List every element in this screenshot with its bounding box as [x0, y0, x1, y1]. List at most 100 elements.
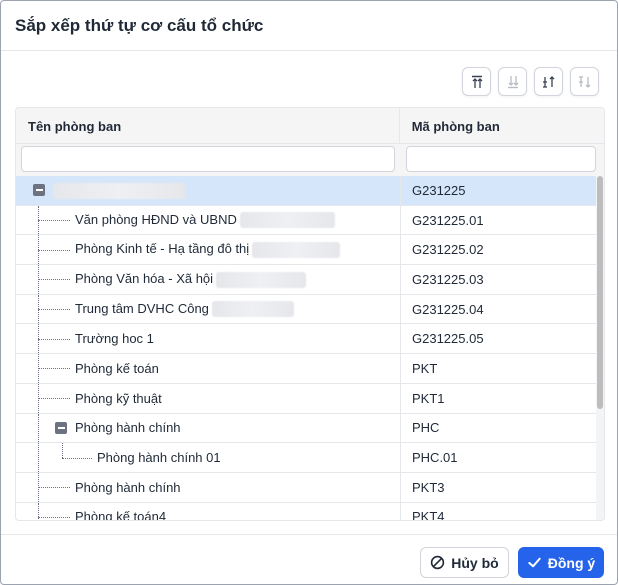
checkmark-icon [528, 557, 541, 568]
row-name-text: Phòng hành chính 01 [97, 450, 221, 466]
redacted-text [252, 242, 341, 258]
move-to-bottom-button[interactable] [498, 67, 527, 96]
move-to-top-icon [471, 75, 482, 88]
row-name-cell: Phòng kỹ thuật [16, 383, 401, 413]
row-code-cell: PKT1 [412, 390, 445, 406]
row-name-cell: Trung tâm DVHC Công [16, 294, 401, 324]
redacted-text [239, 212, 335, 229]
column-header-code[interactable]: Mã phòng ban [400, 108, 604, 144]
cancel-button-label: Hủy bỏ [451, 554, 499, 571]
row-name-cell: Phòng kế toán [16, 354, 401, 383]
ok-button-label: Đồng ý [547, 554, 596, 571]
row-name-cell: Phòng kế toán4 [16, 502, 401, 521]
row-name-cell: Phòng hành chính [16, 472, 401, 502]
department-tree-grid: Tên phòng ban Mã phòng ban G231225 Văn ph… [15, 107, 605, 521]
row-name-label: Phòng hành chính [75, 420, 181, 435]
tree-row[interactable]: G231225 [16, 176, 598, 206]
tree-branch-line [38, 516, 70, 518]
row-code-cell: PKT3 [412, 479, 445, 495]
scrollbar-thumb[interactable] [597, 176, 603, 409]
tree-row[interactable]: Phòng kế toán4 PKT4 [16, 502, 598, 521]
row-name-text: Văn phòng HĐND và UBND [75, 211, 237, 227]
tree-branch-line [38, 398, 70, 400]
collapse-toggle-icon[interactable] [33, 184, 45, 197]
tree-branch-line [38, 309, 70, 311]
tree-row[interactable]: Phòng Văn hóa - Xã hội G231225.03 [16, 265, 598, 295]
tree-guide-line [62, 443, 63, 458]
row-code-cell: G231225.01 [412, 212, 484, 228]
tree-row[interactable]: Trường hoc 1 G231225.05 [16, 324, 598, 355]
row-name-label: Trung tâm DVHC Công [75, 301, 294, 318]
row-name-label: Phòng Văn hóa - Xã hội [75, 271, 307, 288]
row-name-cell: Phòng Văn hóa - Xã hội [16, 265, 401, 294]
row-name-text: Phòng kế toán [75, 360, 159, 376]
row-name-label: Văn phòng HĐND và UBND [75, 212, 335, 229]
tree-row[interactable]: Phòng hành chính PHC [16, 413, 598, 444]
tree-row[interactable]: Phòng hành chính PKT3 [16, 472, 598, 503]
row-name-text: Phòng hành chính [75, 420, 181, 436]
tree-branch-line [62, 457, 92, 459]
tree-row[interactable]: Trung tâm DVHC Công G231225.04 [16, 294, 598, 325]
row-name-label: Phòng Kinh tế - Hạ tầng đô thị [75, 241, 341, 258]
tree-branch-line [38, 338, 70, 340]
move-to-top-button[interactable] [462, 67, 491, 96]
row-name-text: Phòng kỹ thuật [75, 390, 162, 406]
dialog-footer: Hủy bỏ Đồng ý [1, 534, 617, 584]
sort-toolbar [462, 67, 599, 96]
collapse-toggle-icon[interactable] [55, 421, 67, 434]
tree-row[interactable]: Phòng Kinh tế - Hạ tầng đô thị G231225.02 [16, 235, 598, 266]
row-name-text: Phòng hành chính [75, 479, 181, 495]
row-code-cell: PKT4 [412, 509, 445, 521]
row-code-cell: PHC [412, 420, 440, 436]
tree-guide-line [38, 443, 39, 472]
row-name-label: Phòng hành chính [75, 480, 181, 495]
row-name-text: Trung tâm DVHC Công [75, 300, 209, 316]
row-code-cell: PHC.01 [412, 450, 458, 466]
row-name-cell: Văn phòng HĐND và UBND [16, 205, 401, 235]
tree-branch-line [38, 249, 70, 251]
row-name-text: Trường hoc 1 [75, 331, 154, 347]
tree-rows: G231225 Văn phòng HĐND và UBND G231225.01 P… [16, 176, 598, 521]
row-name-label: Phòng kế toán4 [75, 509, 167, 521]
name-filter-input[interactable] [21, 146, 395, 172]
cancel-button[interactable]: Hủy bỏ [420, 547, 509, 578]
row-name-label: Phòng hành chính 01 [97, 450, 221, 465]
tree-guide-line [38, 502, 39, 520]
code-filter-input[interactable] [406, 146, 596, 172]
move-up-button[interactable] [534, 67, 563, 96]
dialog-title: Sắp xếp thứ tự cơ cấu tổ chức [15, 15, 264, 35]
ok-button[interactable]: Đồng ý [518, 547, 604, 578]
redacted-text [216, 271, 307, 288]
column-header-name[interactable]: Tên phòng ban [16, 108, 400, 144]
row-name-text: Phòng Kinh tế - Hạ tầng đô thị [75, 241, 250, 257]
row-code-cell: G231225 [412, 182, 466, 198]
sort-org-structure-dialog: Sắp xếp thứ tự cơ cấu tổ chức Tên phòng … [0, 0, 618, 585]
move-down-icon [578, 75, 590, 88]
tree-branch-line [38, 279, 70, 281]
move-up-icon [542, 75, 554, 88]
tree-row[interactable]: Phòng hành chính 01 PHC.01 [16, 443, 598, 473]
vertical-scrollbar[interactable] [596, 176, 604, 520]
tree-row[interactable]: Phòng kỹ thuật PKT1 [16, 383, 598, 414]
row-name-label: Trường hoc 1 [75, 331, 154, 346]
tree-row[interactable]: Phòng kế toán PKT [16, 354, 598, 384]
tree-guide-line [38, 413, 39, 443]
row-code-cell: G231225.04 [412, 301, 484, 317]
row-name-cell: Phòng hành chính [16, 413, 401, 443]
tree-row[interactable]: Văn phòng HĐND và UBND G231225.01 [16, 205, 598, 236]
row-name-label [50, 182, 185, 199]
move-down-button[interactable] [570, 67, 599, 96]
grid-header: Tên phòng ban Mã phòng ban [16, 108, 604, 144]
redacted-text [211, 301, 294, 318]
move-to-bottom-icon [507, 75, 518, 88]
dialog-header: Sắp xếp thứ tự cơ cấu tổ chức [1, 1, 617, 51]
row-code-cell: PKT [412, 360, 438, 376]
tree-branch-line [38, 487, 70, 489]
tree-branch-line [38, 368, 70, 370]
row-name-text: Phòng kế toán4 [75, 509, 167, 521]
row-name-label: Phòng kỹ thuật [75, 391, 162, 406]
tree-branch-line [38, 220, 70, 222]
row-name-cell: Phòng Kinh tế - Hạ tầng đô thị [16, 235, 401, 265]
redacted-text [53, 182, 185, 199]
cancel-circle-icon [431, 555, 445, 570]
